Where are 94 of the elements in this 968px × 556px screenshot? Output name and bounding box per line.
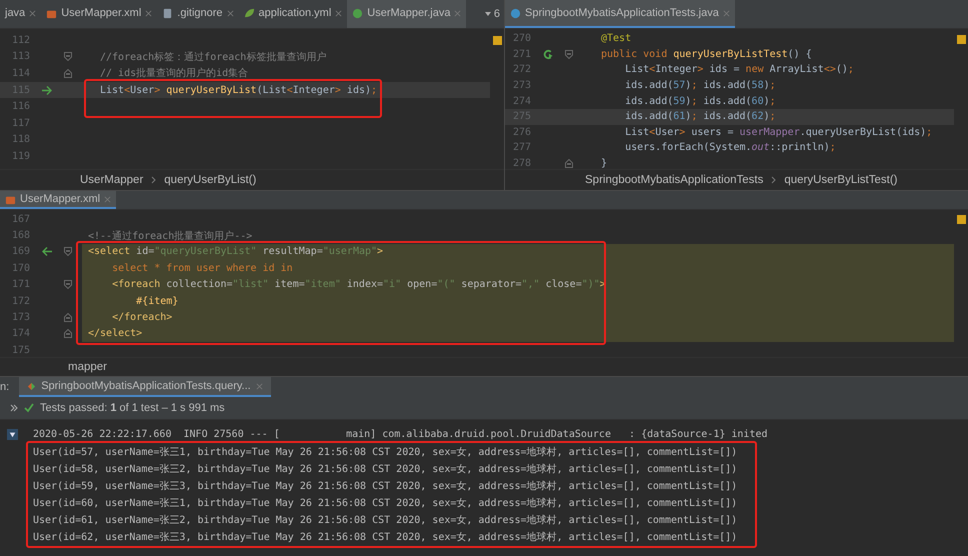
fold-icon[interactable] <box>64 313 72 322</box>
editor-tab[interactable]: UserMapper.java <box>347 0 466 28</box>
line-number: 272 <box>512 64 531 76</box>
collapse-icon[interactable] <box>7 429 18 440</box>
editor-tab[interactable]: java <box>0 0 42 28</box>
check-icon <box>24 403 34 413</box>
file-icon <box>162 8 174 18</box>
code-line: List<User> queryUserByList(List<Integer> ids); <box>100 84 378 96</box>
code-line: } <box>601 158 608 169</box>
console-line: User(id=61, userName=张三2, birthday=Tue May 26 21:56:08 CST 2020, sex=女, address=地球村, articles=[], commentList=[]) <box>33 514 738 526</box>
code-line: ids.add(61); ids.add(62); <box>624 111 776 122</box>
code-line: users.forEach(System.out::println); <box>624 142 836 154</box>
console-line: User(id=59, userName=张三3, birthday=Tue May 26 21:56:08 CST 2020, sex=女, address=地球村, articles=[], commentList=[]) <box>33 480 738 492</box>
fold-icon[interactable] <box>565 159 573 168</box>
fold-icon[interactable] <box>565 50 573 59</box>
line-number: 171 <box>10 279 30 290</box>
code-line: // ids批量查询的用户的id集合 <box>100 66 248 80</box>
breadcrumb-item[interactable]: mapper <box>68 361 107 373</box>
left-arrow-icon[interactable] <box>41 246 53 258</box>
line-number: 169 <box>10 246 30 258</box>
caret-icon[interactable] <box>484 12 491 16</box>
line-number: 114 <box>10 68 30 79</box>
code-line: ids.add(57); ids.add(58); <box>624 80 776 92</box>
run-tab[interactable]: SpringbootMybatisApplicationTests.query... <box>19 377 271 397</box>
editor-tab[interactable]: SpringbootMybatisApplicationTests.java <box>505 0 735 28</box>
line-number: 276 <box>512 126 531 138</box>
console-line: User(id=60, userName=张三1, birthday=Tue May 26 21:56:08 CST 2020, sex=女, address=地球村, articles=[], commentList=[]) <box>33 496 738 510</box>
line-number: 170 <box>10 262 30 274</box>
run-label: n: <box>0 380 10 395</box>
fold-icon[interactable] <box>64 52 72 62</box>
editor-tab[interactable]: UserMapper.xml <box>41 0 158 28</box>
line-number: 175 <box>10 344 30 356</box>
line-number: 118 <box>10 134 30 146</box>
chevron-icon <box>151 176 156 184</box>
line-number: 270 <box>512 33 531 44</box>
editor-tab[interactable]: .gitignore <box>157 0 239 28</box>
line-number: 174 <box>10 328 30 340</box>
line-number: 112 <box>10 34 30 46</box>
fold-icon[interactable] <box>64 329 72 338</box>
editor-tab[interactable]: application.yml <box>238 0 348 28</box>
breadcrumb-item[interactable]: SpringbootMybatisApplicationTests <box>585 174 764 186</box>
file-icon <box>510 8 521 18</box>
right-arrow-icon[interactable] <box>41 84 53 96</box>
code-line: ids.add(59); ids.add(60); <box>624 96 776 107</box>
fold-icon[interactable] <box>64 68 72 78</box>
line-number: 277 <box>512 142 531 154</box>
fold-icon[interactable] <box>64 247 72 256</box>
fold-icon[interactable] <box>64 280 72 290</box>
line-number: 117 <box>10 118 30 129</box>
editor-tab[interactable]: UserMapper.xml <box>0 191 116 209</box>
line-number: 168 <box>10 230 30 242</box>
code-line: List<User> users = userMapper.queryUserByList(ids); <box>624 126 932 138</box>
close-icon[interactable] <box>335 10 342 16</box>
tab-count: 6 <box>494 8 500 20</box>
code-line: #{item} <box>135 296 178 307</box>
code-line: select * from user where id in <box>111 262 293 274</box>
inspection-icon[interactable] <box>956 215 966 224</box>
inspection-icon[interactable] <box>956 35 966 44</box>
inspection-icon[interactable] <box>492 36 502 45</box>
chevron-icon <box>771 176 776 184</box>
diamond-icon <box>27 382 36 390</box>
line-number: 116 <box>10 101 30 112</box>
breadcrumb-item[interactable]: UserMapper <box>80 174 144 186</box>
breadcrumb-item[interactable]: queryUserByListTest() <box>784 174 898 186</box>
line-number: 173 <box>10 312 30 324</box>
close-icon[interactable] <box>29 10 36 16</box>
expand-icon[interactable] <box>10 404 18 412</box>
code-line: </foreach> <box>111 312 172 324</box>
console-line: User(id=62, userName=张三3, birthday=Tue May 26 21:56:08 CST 2020, sex=女, address=地球村, articles=[], commentList=[]) <box>33 530 738 544</box>
breadcrumb-item[interactable]: queryUserByList() <box>164 174 256 186</box>
console-line: User(id=57, userName=张三1, birthday=Tue May 26 21:56:08 CST 2020, sex=女, address=地球村, articles=[], commentList=[]) <box>33 446 738 458</box>
code-line: @Test <box>601 33 632 44</box>
code-line: public void queryUserByListTest() { <box>601 48 812 60</box>
test-status: Tests passed: 1 of 1 test – 1 s 991 ms <box>40 402 225 414</box>
line-number: 172 <box>10 296 30 307</box>
code-line: List<Integer> ids = new ArrayList<>(); <box>624 64 854 76</box>
line-number: 271 <box>512 48 531 60</box>
code-line: //foreach标签：通过foreach标签批量查询用户 <box>100 50 326 64</box>
file-icon <box>352 8 364 18</box>
close-icon[interactable] <box>145 10 152 16</box>
code-line: </select> <box>88 328 142 340</box>
line-number: 113 <box>10 51 30 62</box>
file-icon <box>244 8 255 18</box>
console-line: User(id=58, userName=张三2, birthday=Tue May 26 21:56:08 CST 2020, sex=女, address=地球村, articles=[], commentList=[]) <box>33 462 738 476</box>
run-icon[interactable] <box>542 48 554 60</box>
console-line: 2020-05-26 22:22:17.660 INFO 27560 --- [ main] com.alibaba.druid.pool.DruidDataSource : {dataSource-1} inited <box>33 429 768 440</box>
line-number: 167 <box>10 214 30 225</box>
code-line: <select id="queryUserByList" resultMap="userMap"> <box>88 246 384 258</box>
close-icon[interactable] <box>226 10 234 16</box>
line-number: 274 <box>512 96 531 107</box>
code-line: <!--通过foreach批量查询用户--> <box>88 230 252 243</box>
line-number: 119 <box>10 150 30 162</box>
line-number: 278 <box>512 158 531 169</box>
line-number: 273 <box>512 80 531 92</box>
